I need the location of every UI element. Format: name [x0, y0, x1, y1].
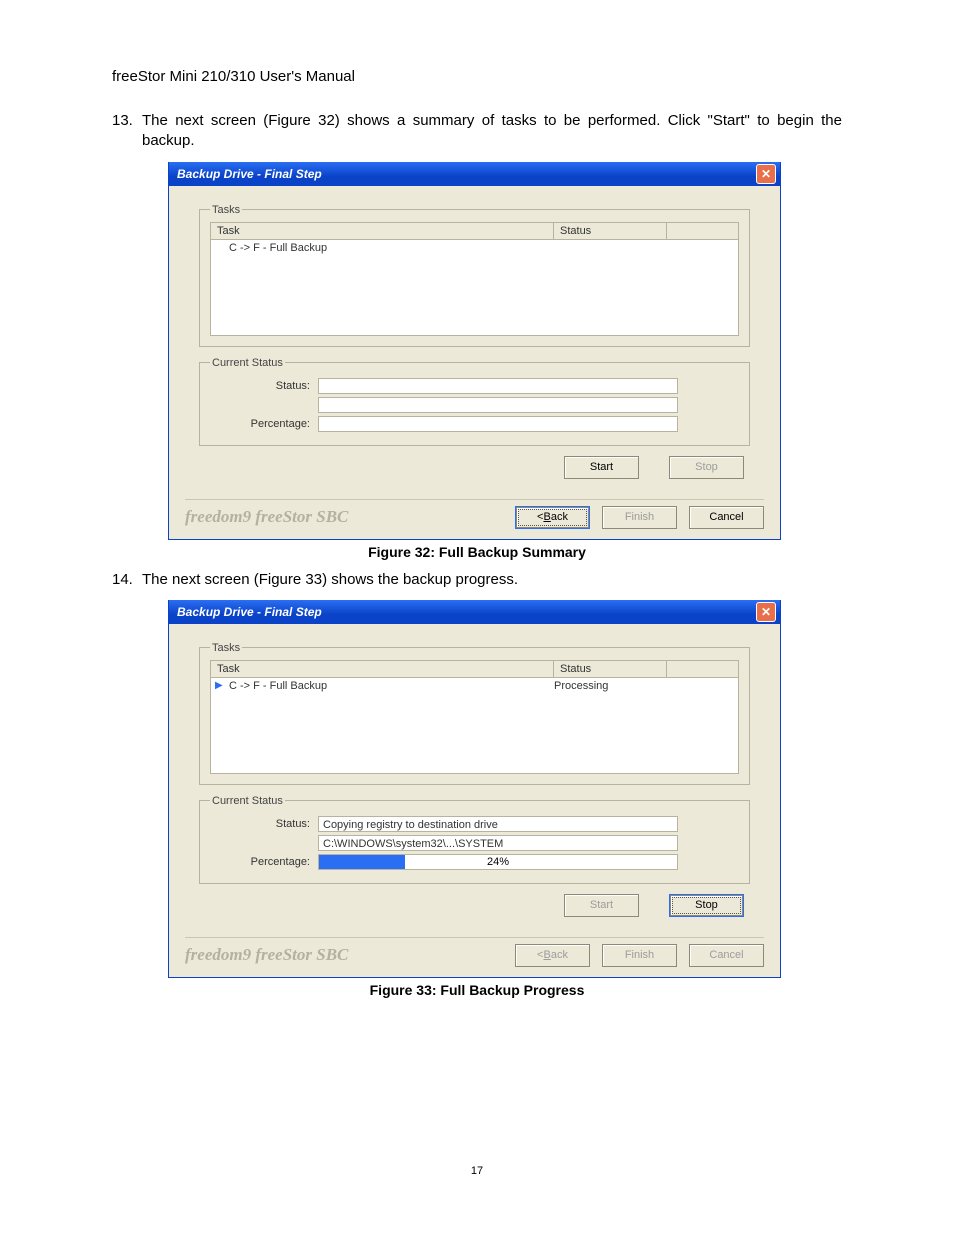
col-task: Task — [211, 223, 554, 239]
backup-dialog-summary: Backup Drive - Final Step ✕ Tasks Task S… — [168, 162, 781, 540]
task-row: ▶ C -> F - Full Backup Processing — [215, 680, 734, 692]
cancel-button[interactable]: Cancel — [689, 506, 764, 529]
dialog-title: Backup Drive - Final Step — [177, 167, 322, 181]
dialog-footer: freedom9 freeStor SBC < Back Finish Canc… — [169, 506, 780, 539]
close-icon[interactable]: ✕ — [756, 602, 776, 622]
back-button[interactable]: < Back — [515, 506, 590, 529]
task-header-row: Task Status — [210, 222, 739, 240]
col-status: Status — [554, 661, 667, 677]
current-status-group: Current Status Status: Copying registry … — [199, 795, 750, 884]
status-line2 — [318, 397, 678, 413]
progress-text — [319, 417, 677, 431]
back-underline: B — [543, 949, 550, 961]
back-button[interactable]: < Back — [515, 944, 590, 967]
manual-page: freeStor Mini 210/310 User's Manual 13. … — [0, 0, 954, 1235]
step-13-number: 13. — [112, 111, 142, 152]
figure-33-caption: Figure 33: Full Backup Progress — [112, 982, 842, 998]
task-row: C -> F - Full Backup — [215, 242, 734, 254]
back-suffix: ack — [551, 511, 568, 523]
brand-text: freedom9 freeStor SBC — [185, 507, 515, 527]
progress-bar: 24% — [318, 854, 678, 870]
backup-dialog-progress: Backup Drive - Final Step ✕ Tasks Task S… — [168, 600, 781, 978]
tasks-group: Tasks Task Status C -> F - Full Backup — [199, 204, 750, 347]
current-status-group: Current Status Status: Percentage: — [199, 357, 750, 446]
cancel-button[interactable]: Cancel — [689, 944, 764, 967]
current-status-legend: Current Status — [210, 795, 285, 807]
task-header-row: Task Status — [210, 660, 739, 678]
status-line2: C:\WINDOWS\system32\...\SYSTEM — [318, 835, 678, 851]
figure-32-caption: Figure 32: Full Backup Summary — [112, 544, 842, 560]
tasks-legend: Tasks — [210, 204, 242, 216]
start-button[interactable]: Start — [564, 456, 639, 479]
brand-text: freedom9 freeStor SBC — [185, 945, 515, 965]
finish-button[interactable]: Finish — [602, 944, 677, 967]
status-line1: Copying registry to destination drive — [318, 816, 678, 832]
step-14: 14. The next screen (Figure 33) shows th… — [112, 570, 842, 590]
dialog-footer: freedom9 freeStor SBC < Back Finish Canc… — [169, 944, 780, 977]
task-name: C -> F - Full Backup — [227, 680, 554, 692]
stop-button[interactable]: Stop — [669, 894, 744, 917]
progress-text: 24% — [319, 855, 677, 869]
tasks-group: Tasks Task Status ▶ C -> F - Full Backup… — [199, 642, 750, 785]
action-button-row: Start Stop — [185, 456, 744, 479]
percentage-label: Percentage: — [210, 418, 318, 430]
action-button-row: Start Stop — [185, 894, 744, 917]
status-line1 — [318, 378, 678, 394]
close-icon[interactable]: ✕ — [756, 164, 776, 184]
step-13: 13. The next screen (Figure 32) shows a … — [112, 111, 842, 152]
titlebar[interactable]: Backup Drive - Final Step ✕ — [169, 162, 780, 186]
col-status: Status — [554, 223, 667, 239]
step-14-text: The next screen (Figure 33) shows the ba… — [142, 570, 842, 590]
stop-button[interactable]: Stop — [669, 456, 744, 479]
step-14-number: 14. — [112, 570, 142, 590]
task-list[interactable]: C -> F - Full Backup — [210, 240, 739, 336]
back-suffix: ack — [551, 949, 568, 961]
task-list[interactable]: ▶ C -> F - Full Backup Processing — [210, 678, 739, 774]
start-button[interactable]: Start — [564, 894, 639, 917]
col-task: Task — [211, 661, 554, 677]
arrow-icon — [215, 242, 227, 253]
back-underline: B — [543, 511, 550, 523]
status-label: Status: — [210, 818, 318, 830]
page-number: 17 — [0, 1165, 954, 1177]
task-status: Processing — [554, 680, 674, 692]
percentage-label: Percentage: — [210, 856, 318, 868]
current-status-legend: Current Status — [210, 357, 285, 369]
task-name: C -> F - Full Backup — [227, 242, 554, 254]
step-13-text: The next screen (Figure 32) shows a summ… — [142, 111, 842, 152]
tasks-legend: Tasks — [210, 642, 242, 654]
progress-bar — [318, 416, 678, 432]
status-label: Status: — [210, 380, 318, 392]
finish-button[interactable]: Finish — [602, 506, 677, 529]
arrow-icon: ▶ — [215, 680, 227, 691]
dialog-title: Backup Drive - Final Step — [177, 605, 322, 619]
titlebar[interactable]: Backup Drive - Final Step ✕ — [169, 600, 780, 624]
page-header: freeStor Mini 210/310 User's Manual — [112, 68, 842, 85]
